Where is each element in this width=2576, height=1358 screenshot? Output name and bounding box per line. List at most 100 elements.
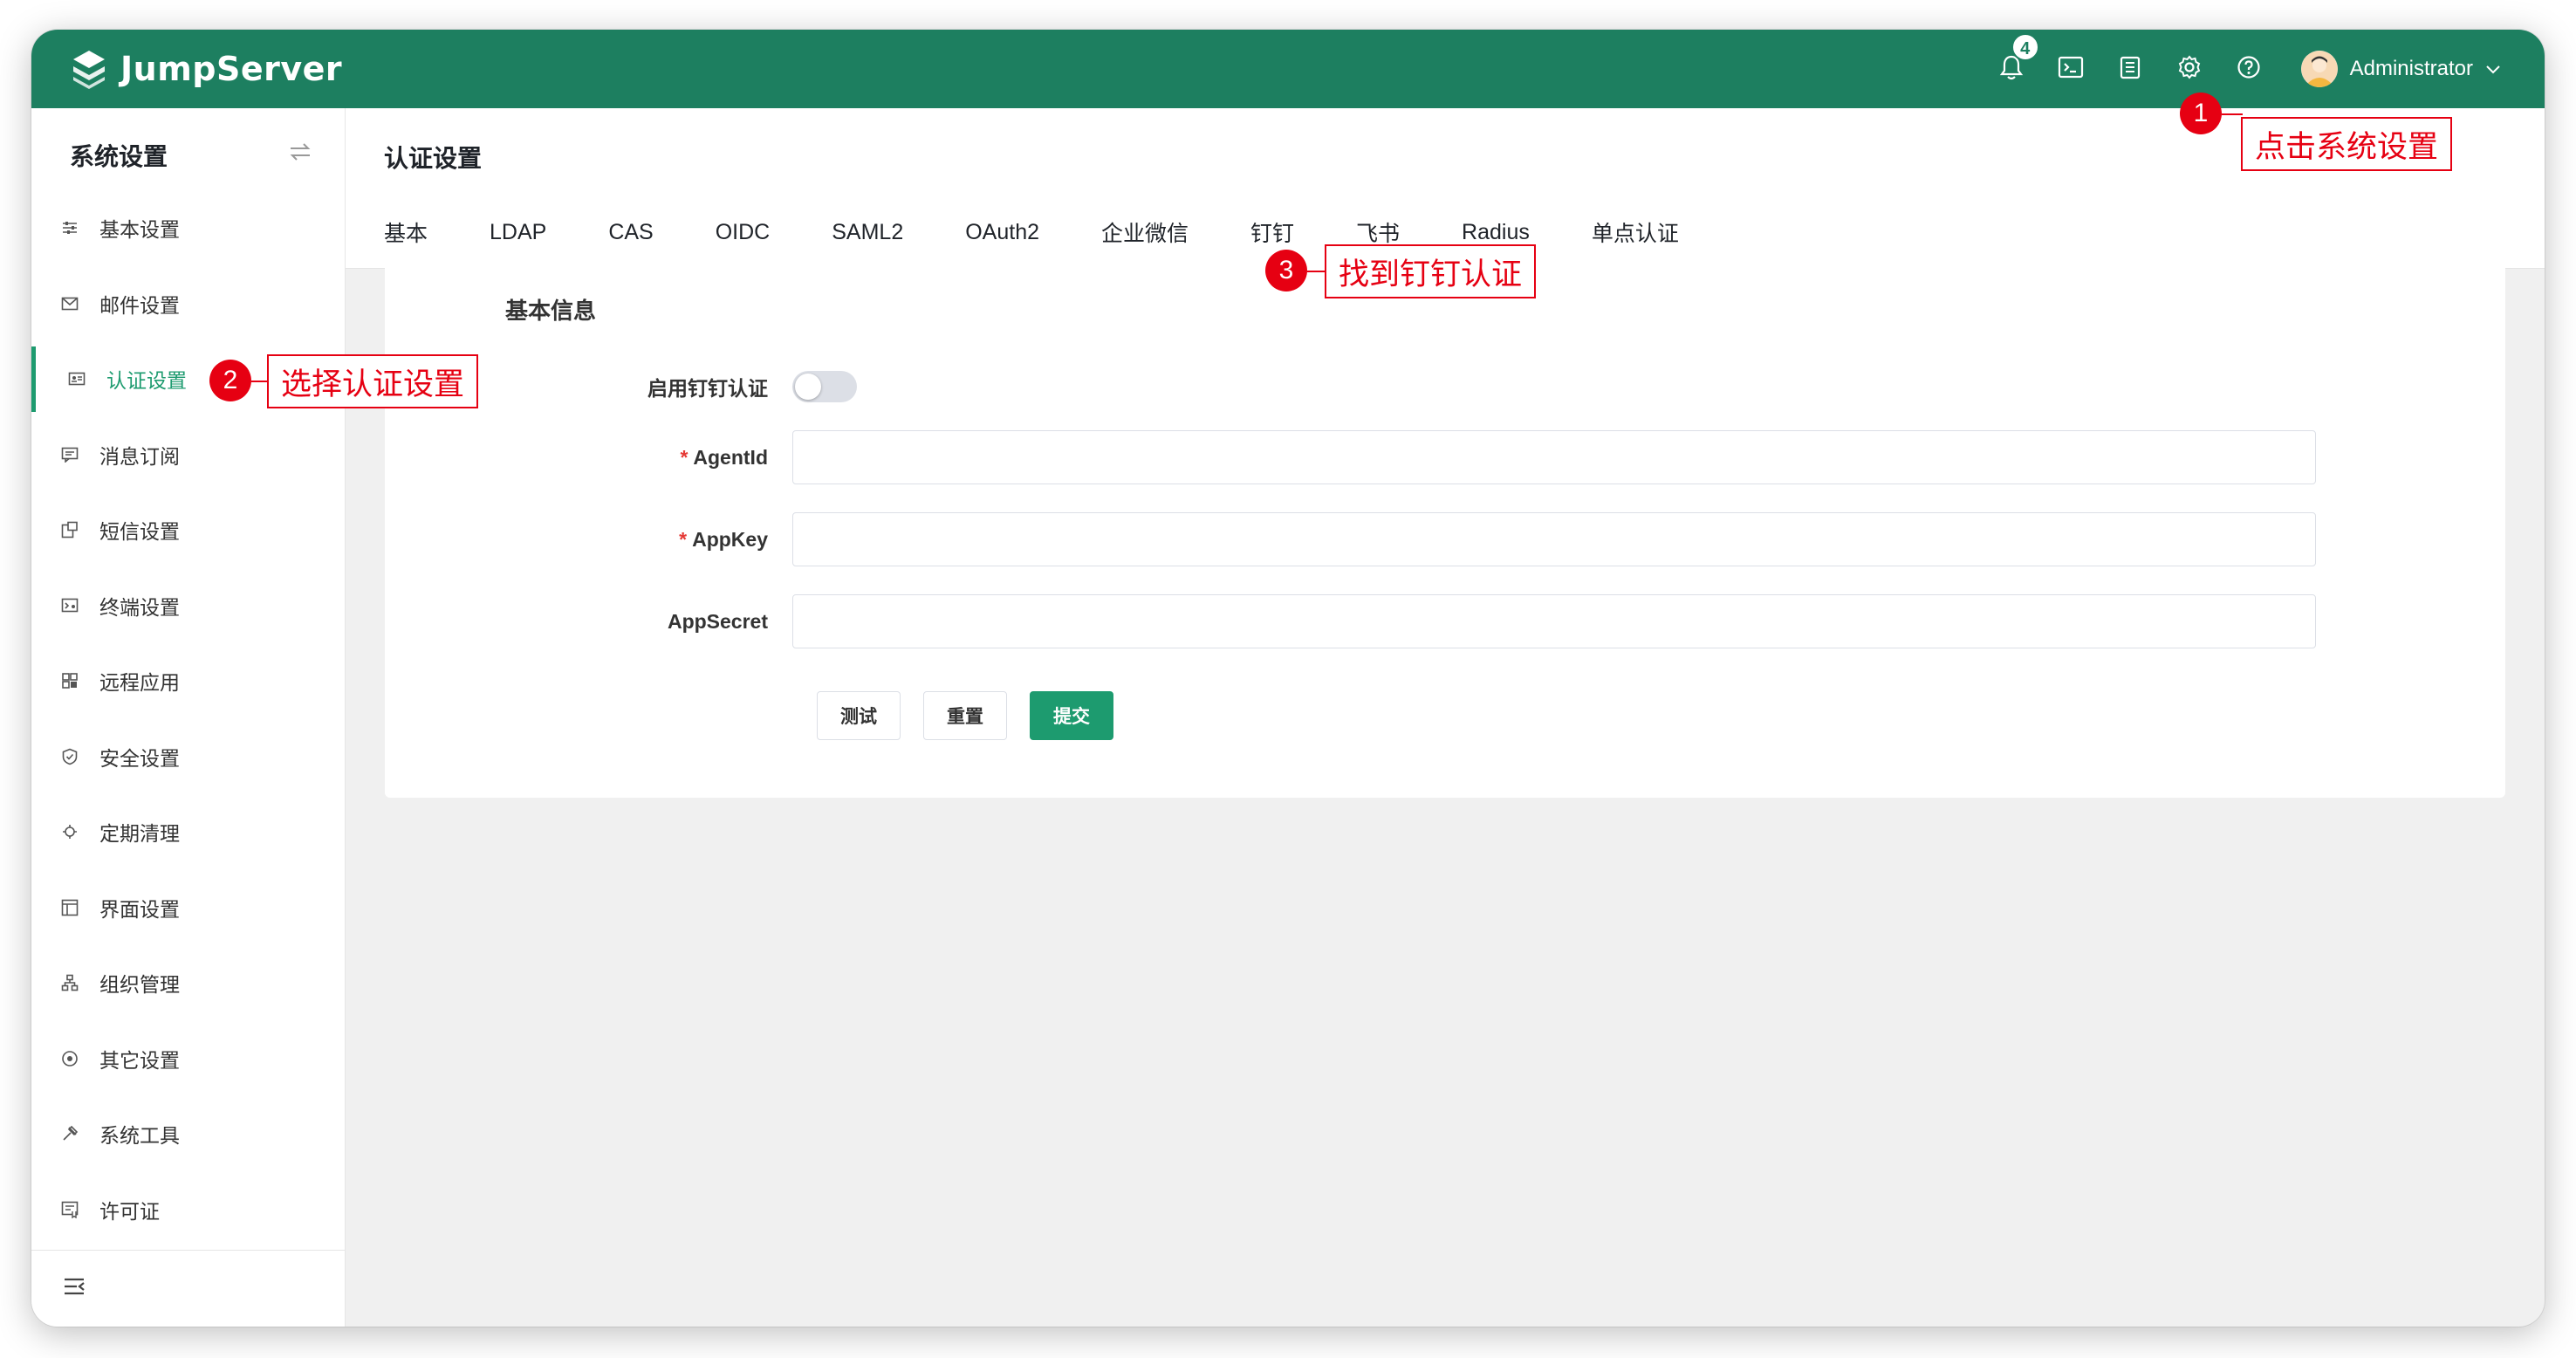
sidebar-item-label: 许可证 bbox=[99, 1199, 160, 1223]
sidebar-item-email[interactable]: 邮件设置 bbox=[31, 266, 345, 342]
sidebar-item-label: 组织管理 bbox=[99, 973, 180, 997]
page-title: 认证设置 bbox=[384, 145, 483, 172]
sidebar-item-label: 短信设置 bbox=[99, 520, 180, 544]
agentid-input[interactable] bbox=[792, 430, 2316, 484]
sliders-icon bbox=[59, 217, 80, 238]
dingtalk-form-card: 基本信息 启用钉钉认证 * AgentId * AppKey AppSecret 测… bbox=[385, 262, 2505, 798]
section-title: 基本信息 bbox=[505, 298, 597, 324]
chevron-down-icon bbox=[2485, 57, 2501, 81]
toggle-knob bbox=[795, 374, 821, 400]
terminal-settings-icon bbox=[59, 595, 80, 616]
terminal-button[interactable] bbox=[2041, 30, 2100, 108]
logo[interactable]: JumpServer bbox=[70, 47, 342, 91]
sidebar-item-org[interactable]: 组织管理 bbox=[31, 945, 345, 1021]
id-card-icon bbox=[66, 368, 87, 389]
header-actions: 4 Administrator bbox=[1982, 30, 2501, 108]
appsecret-input[interactable] bbox=[792, 594, 2316, 648]
sidebar-item-label: 其它设置 bbox=[99, 1048, 180, 1072]
top-header: JumpServer 4 Administrator bbox=[31, 30, 2545, 108]
submit-button[interactable]: 提交 bbox=[1030, 691, 1113, 740]
help-icon bbox=[2237, 55, 2261, 84]
tab-ldap[interactable]: LDAP bbox=[490, 189, 546, 269]
required-mark: * bbox=[680, 445, 689, 469]
tab-oauth2[interactable]: OAuth2 bbox=[965, 189, 1039, 269]
shield-icon bbox=[59, 746, 80, 767]
sidebar-item-label: 系统工具 bbox=[99, 1124, 180, 1148]
reset-button[interactable]: 重置 bbox=[923, 691, 1007, 740]
sidebar-item-tools[interactable]: 系统工具 bbox=[31, 1096, 345, 1172]
sidebar-item-label: 安全设置 bbox=[99, 746, 180, 770]
sidebar-item-interface[interactable]: 界面设置 bbox=[31, 870, 345, 946]
logo-text: JumpServer bbox=[120, 50, 343, 88]
tab-saml2[interactable]: SAML2 bbox=[832, 189, 903, 269]
sidebar-item-label: 远程应用 bbox=[99, 671, 180, 695]
document-icon bbox=[2119, 55, 2141, 84]
org-icon bbox=[59, 972, 80, 993]
tab-wecom[interactable]: 企业微信 bbox=[1101, 189, 1189, 269]
test-button[interactable]: 测试 bbox=[817, 691, 901, 740]
mail-icon bbox=[59, 293, 80, 314]
sidebar-item-security[interactable]: 安全设置 bbox=[31, 719, 345, 795]
user-name: Administrator bbox=[2349, 57, 2473, 80]
annotation-2-label: 选择认证设置 bbox=[267, 354, 479, 408]
collapse-sidebar-button[interactable] bbox=[31, 1250, 345, 1327]
help-button[interactable] bbox=[2219, 30, 2278, 108]
sidebar-menu: 基本设置 邮件设置 认证设置 消息订阅 短信设置 终端设置 远程应用 安全设置 … bbox=[31, 190, 345, 1247]
agentid-label: * AgentId bbox=[385, 446, 792, 470]
sidebar-item-label: 终端设置 bbox=[99, 595, 180, 619]
sidebar-item-sms[interactable]: 短信设置 bbox=[31, 492, 345, 568]
notification-badge: 4 bbox=[2011, 33, 2039, 61]
annotation-3-marker: 3 bbox=[1265, 250, 1307, 291]
annotation-3-line bbox=[1307, 271, 1326, 272]
apps-icon bbox=[59, 670, 80, 691]
form-actions: 测试 重置 提交 bbox=[817, 691, 1113, 740]
sidebar-item-label: 邮件设置 bbox=[99, 293, 180, 317]
sidebar: 系统设置 基本设置 邮件设置 认证设置 消息订阅 短信设置 终端设置 远程应用 … bbox=[31, 108, 346, 1327]
form-row-agentid: * AgentId bbox=[385, 430, 2505, 484]
tab-oidc[interactable]: OIDC bbox=[716, 189, 771, 269]
terminal-icon bbox=[2058, 55, 2084, 84]
annotation-1-marker: 1 bbox=[2180, 93, 2222, 134]
clean-icon bbox=[59, 821, 80, 842]
sidebar-item-terminal[interactable]: 终端设置 bbox=[31, 568, 345, 644]
sidebar-item-label: 消息订阅 bbox=[99, 444, 180, 468]
annotation-3-label: 找到钉钉认证 bbox=[1325, 244, 1537, 298]
annotation-1-label: 点击系统设置 bbox=[2241, 117, 2453, 171]
agentid-label-text: AgentId bbox=[693, 445, 768, 469]
app-window: JumpServer 4 Administrator 系统设置 基本设置 邮件设… bbox=[31, 30, 2545, 1327]
appkey-input[interactable] bbox=[792, 512, 2316, 566]
tools-icon bbox=[59, 1123, 80, 1144]
tab-cas[interactable]: CAS bbox=[608, 189, 653, 269]
appsecret-label: AppSecret bbox=[667, 609, 768, 633]
other-icon bbox=[59, 1048, 80, 1069]
form-row-appkey: * AppKey bbox=[385, 512, 2505, 566]
notification-button[interactable]: 4 bbox=[1982, 30, 2041, 108]
required-mark: * bbox=[679, 527, 688, 551]
switch-arrows-icon[interactable] bbox=[289, 140, 312, 168]
message-icon bbox=[59, 444, 80, 465]
sidebar-title: 系统设置 bbox=[70, 143, 168, 170]
tab-sso[interactable]: 单点认证 bbox=[1592, 189, 1679, 269]
enable-dingtalk-toggle[interactable] bbox=[792, 371, 857, 402]
annotation-2-line bbox=[251, 381, 269, 382]
sidebar-item-license[interactable]: 许可证 bbox=[31, 1172, 345, 1248]
collapse-menu-icon bbox=[63, 1277, 86, 1300]
layout-icon bbox=[59, 897, 80, 918]
annotation-2-marker: 2 bbox=[209, 360, 251, 401]
sms-icon bbox=[59, 519, 80, 540]
form-row-appsecret: AppSecret bbox=[385, 594, 2505, 648]
sidebar-item-basic[interactable]: 基本设置 bbox=[31, 190, 345, 266]
user-menu[interactable]: Administrator bbox=[2300, 51, 2501, 87]
sidebar-item-remote-app[interactable]: 远程应用 bbox=[31, 643, 345, 719]
sidebar-item-label: 定期清理 bbox=[99, 822, 180, 846]
auth-tabs: 基本 LDAP CAS OIDC SAML2 OAuth2 企业微信 钉钉 飞书… bbox=[384, 189, 1741, 269]
sidebar-item-cleanup[interactable]: 定期清理 bbox=[31, 794, 345, 870]
license-icon bbox=[59, 1199, 80, 1220]
tab-basic[interactable]: 基本 bbox=[384, 189, 428, 269]
gear-icon bbox=[2177, 54, 2202, 84]
sidebar-item-other[interactable]: 其它设置 bbox=[31, 1021, 345, 1097]
sidebar-item-message[interactable]: 消息订阅 bbox=[31, 417, 345, 493]
form-row-enable: 启用钉钉认证 bbox=[385, 360, 2505, 414]
document-button[interactable] bbox=[2100, 30, 2160, 108]
appkey-label-text: AppKey bbox=[692, 527, 768, 551]
